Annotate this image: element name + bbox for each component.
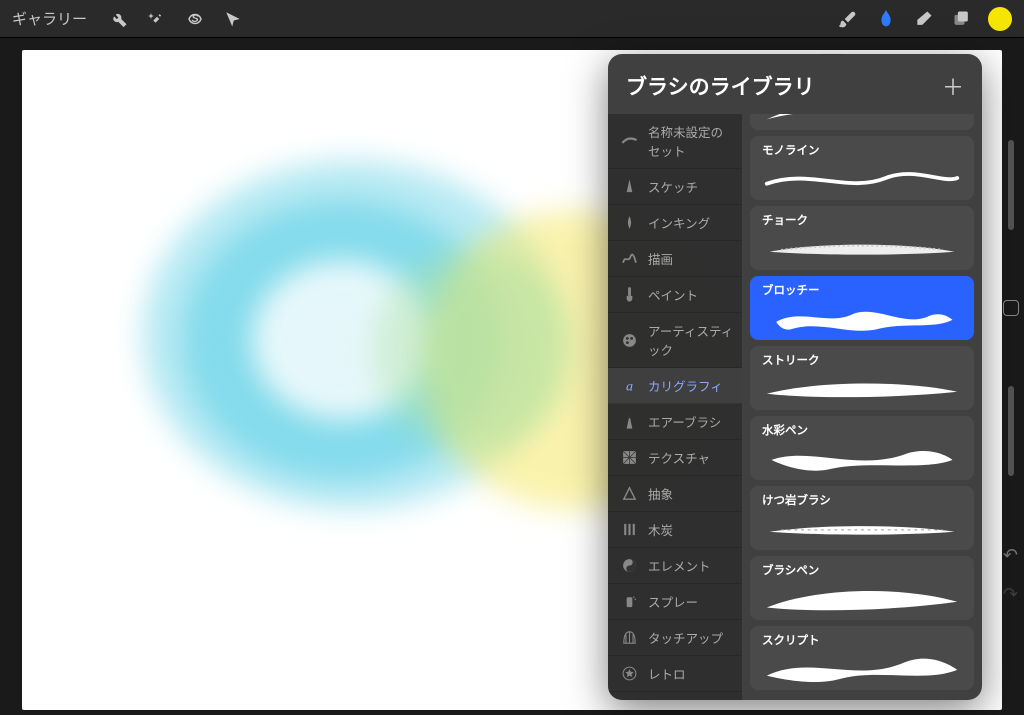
star-icon xyxy=(620,665,638,683)
squiggle-icon xyxy=(620,250,638,268)
smudge-tool-icon[interactable] xyxy=(874,7,898,31)
brush-item[interactable]: ブラシペン xyxy=(750,556,974,620)
brush-library-panel: ブラシのライブラリ ＋ 名称未設定のセットスケッチインキング描画ペイントアーティ… xyxy=(608,54,982,700)
category-item[interactable]: レトロ xyxy=(608,656,742,692)
shell-icon xyxy=(620,629,638,647)
category-item[interactable]: 名称未設定のセット xyxy=(608,114,742,169)
brush-item[interactable]: けつ岩ブラシ xyxy=(750,486,974,550)
stroke-icon xyxy=(620,132,638,150)
panel-title: ブラシのライブラリ xyxy=(626,71,815,101)
brush-stroke-preview xyxy=(762,650,962,686)
brush-name: モノライン xyxy=(762,142,962,158)
brush-stroke-preview xyxy=(762,370,962,406)
svg-text:a: a xyxy=(625,378,632,394)
category-label: 描画 xyxy=(648,249,673,268)
opacity-slider[interactable] xyxy=(1008,386,1014,476)
wand-icon[interactable] xyxy=(145,7,169,31)
pencil-icon xyxy=(620,178,638,196)
brush-tool-icon[interactable] xyxy=(836,7,860,31)
brush-name: ブロッチー xyxy=(762,282,962,298)
category-label: 名称未設定のセット xyxy=(648,122,734,160)
brush-stroke-preview xyxy=(762,580,962,616)
bars-icon xyxy=(620,521,638,539)
eraser-tool-icon[interactable] xyxy=(912,7,936,31)
brush-item[interactable]: モノライン xyxy=(750,136,974,200)
size-slider[interactable] xyxy=(1008,140,1014,230)
brush-item[interactable]: 水彩ペン xyxy=(750,416,974,480)
wrench-icon[interactable] xyxy=(107,7,131,31)
brush-item[interactable]: ストリーク xyxy=(750,346,974,410)
category-item[interactable]: スプレー xyxy=(608,584,742,620)
category-label: テクスチャ xyxy=(648,448,710,467)
category-label: カリグラフィ xyxy=(648,376,723,395)
top-toolbar: ギャラリー S xyxy=(0,0,1024,38)
brush-stroke-preview xyxy=(762,510,962,546)
category-label: 木炭 xyxy=(648,520,673,539)
brush-name: スクリプト xyxy=(762,632,962,648)
gallery-link[interactable]: ギャラリー xyxy=(12,8,87,29)
category-label: スプレー xyxy=(648,592,698,611)
color-picker-swatch[interactable] xyxy=(988,7,1012,31)
brush-item[interactable]: チョーク xyxy=(750,206,974,270)
category-item[interactable]: アーティスティック xyxy=(608,313,742,368)
category-item[interactable]: 描画 xyxy=(608,241,742,277)
a-icon: a xyxy=(620,377,638,395)
select-icon[interactable]: S xyxy=(183,7,207,31)
category-item[interactable]: エレメント xyxy=(608,548,742,584)
category-item[interactable]: 抽象 xyxy=(608,476,742,512)
spray-icon xyxy=(620,413,638,431)
redo-icon[interactable]: ↷ xyxy=(1003,584,1018,605)
category-item[interactable]: ペイント xyxy=(608,277,742,313)
layers-icon[interactable] xyxy=(950,7,974,31)
brush-name: チョーク xyxy=(762,212,962,228)
triangle-icon xyxy=(620,485,638,503)
brush-stroke-preview xyxy=(762,230,962,266)
category-label: ペイント xyxy=(648,285,698,304)
add-brush-icon[interactable]: ＋ xyxy=(942,70,964,102)
right-slider-rail xyxy=(1002,140,1020,476)
palette-icon xyxy=(620,331,638,349)
brush-stroke-preview xyxy=(762,300,962,336)
category-label: レトロ xyxy=(648,664,686,683)
category-item[interactable]: スケッチ xyxy=(608,169,742,205)
category-label: スケッチ xyxy=(648,177,698,196)
brush-name: 水彩ペン xyxy=(762,422,962,438)
yinyang-icon xyxy=(620,557,638,575)
category-label: インキング xyxy=(648,213,710,232)
brush-item[interactable]: ブロッチー xyxy=(750,276,974,340)
category-label: エレメント xyxy=(648,556,711,575)
category-label: 抽象 xyxy=(648,484,673,503)
undo-icon[interactable]: ↶ xyxy=(1003,545,1018,566)
can-icon xyxy=(620,593,638,611)
brush-list: モノラインチョークブロッチーストリーク水彩ペンけつ岩ブラシブラシペンスクリプト xyxy=(742,114,982,700)
category-item[interactable]: 輝度 xyxy=(608,692,742,700)
brush-stroke-preview xyxy=(762,160,962,196)
brush-icon xyxy=(620,286,638,304)
category-item[interactable]: 木炭 xyxy=(608,512,742,548)
category-label: エアーブラシ xyxy=(648,412,721,431)
brush-name: けつ岩ブラシ xyxy=(762,492,962,508)
category-item[interactable]: テクスチャ xyxy=(608,440,742,476)
brush-category-list: 名称未設定のセットスケッチインキング描画ペイントアーティスティック a カリグラフィ… xyxy=(608,114,742,700)
category-item[interactable]: エアーブラシ xyxy=(608,404,742,440)
category-label: アーティスティック xyxy=(648,321,734,359)
category-item[interactable]: インキング xyxy=(608,205,742,241)
category-item[interactable]: タッチアップ xyxy=(608,620,742,656)
brush-name: ストリーク xyxy=(762,352,962,368)
brush-stroke-preview xyxy=(762,114,962,126)
pen-icon xyxy=(620,214,638,232)
brush-item[interactable] xyxy=(750,114,974,130)
texture-icon xyxy=(620,449,638,467)
shape-button[interactable] xyxy=(1003,300,1019,316)
cursor-icon[interactable] xyxy=(221,7,245,31)
brush-item[interactable]: スクリプト xyxy=(750,626,974,690)
brush-stroke-preview xyxy=(762,440,962,476)
category-item[interactable]: a カリグラフィ xyxy=(608,368,742,404)
category-label: タッチアップ xyxy=(648,628,723,647)
brush-name: ブラシペン xyxy=(762,562,962,578)
